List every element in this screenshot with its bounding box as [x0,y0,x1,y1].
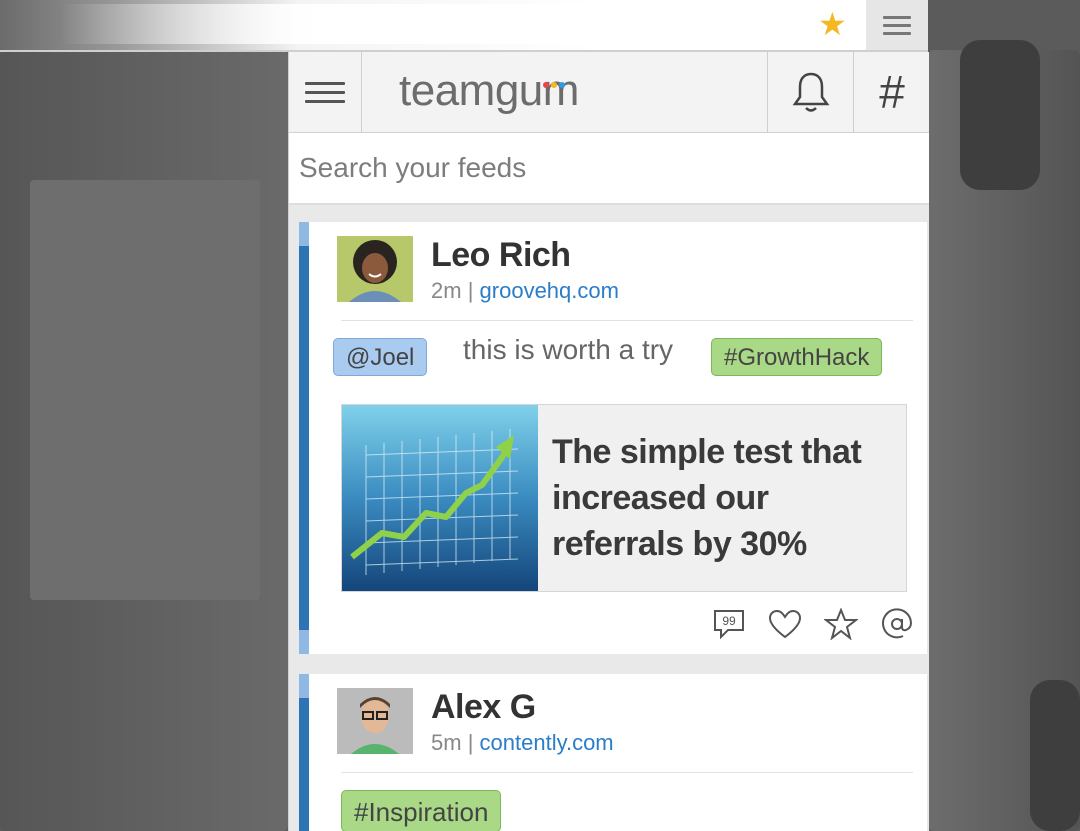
menu-icon [883,11,911,40]
divider [341,320,913,321]
divider [341,772,913,773]
avatar[interactable] [337,236,413,302]
post-meta: 5m | contently.com [431,730,614,756]
source-link[interactable]: contently.com [480,730,614,755]
background-blur-shape [1030,680,1080,831]
browser-toolbar: ★ [0,0,928,52]
teamgum-panel: teamgum # Leo Rich [288,52,929,831]
comment-button[interactable]: 99 [711,606,747,642]
feed-item[interactable]: Leo Rich 2m | groovehq.com @Joel this is… [299,222,927,654]
post-time: 5m [431,730,462,755]
mention-tag[interactable]: @Joel [333,338,428,376]
meta-separator: | [467,730,474,755]
card-accent [299,222,309,246]
author-name[interactable]: Alex G [431,688,536,727]
meta-separator: | [467,278,474,303]
author-name[interactable]: Leo Rich [431,236,571,275]
post-time: 2m [431,278,462,303]
feed-item[interactable]: Alex G 5m | contently.com #Inspiration [299,674,927,831]
post-meta: 2m | groovehq.com [431,278,619,304]
link-preview[interactable]: The simple test that increased our refer… [341,404,907,592]
preview-thumbnail [342,405,538,591]
post-message: this is worth a try [463,334,674,365]
source-link[interactable]: groovehq.com [480,278,619,303]
logo-dots [543,75,567,93]
post-actions: 99 [711,606,915,642]
preview-title: The simple test that increased our refer… [552,433,862,563]
background-blur-card [30,180,260,600]
background-blur-shape [960,40,1040,190]
bell-icon [792,72,830,112]
like-button[interactable] [767,606,803,642]
favorite-button[interactable] [823,606,859,642]
hashtag-tag[interactable]: #Inspiration [341,790,502,831]
search-bar [289,133,929,205]
comment-icon: 99 [714,610,744,640]
address-bar[interactable] [60,4,860,44]
search-input[interactable] [297,147,901,189]
hash-icon: # [879,66,905,118]
browser-menu-button[interactable] [866,0,928,50]
panel-header: teamgum # [289,52,929,133]
bookmark-star-icon[interactable]: ★ [818,8,847,40]
star-icon [824,608,858,640]
card-accent [299,674,309,698]
at-icon [882,608,913,639]
heart-icon [768,609,802,639]
panel-menu-button[interactable] [289,52,362,132]
avatar[interactable] [337,688,413,754]
notifications-button[interactable] [767,52,854,132]
mention-button[interactable] [879,606,915,642]
svg-text:99: 99 [722,614,736,628]
hashtag-tag[interactable]: #GrowthHack [711,338,883,376]
hamburger-icon [305,76,345,109]
hashtags-button[interactable]: # [853,52,929,132]
card-accent [299,630,309,654]
